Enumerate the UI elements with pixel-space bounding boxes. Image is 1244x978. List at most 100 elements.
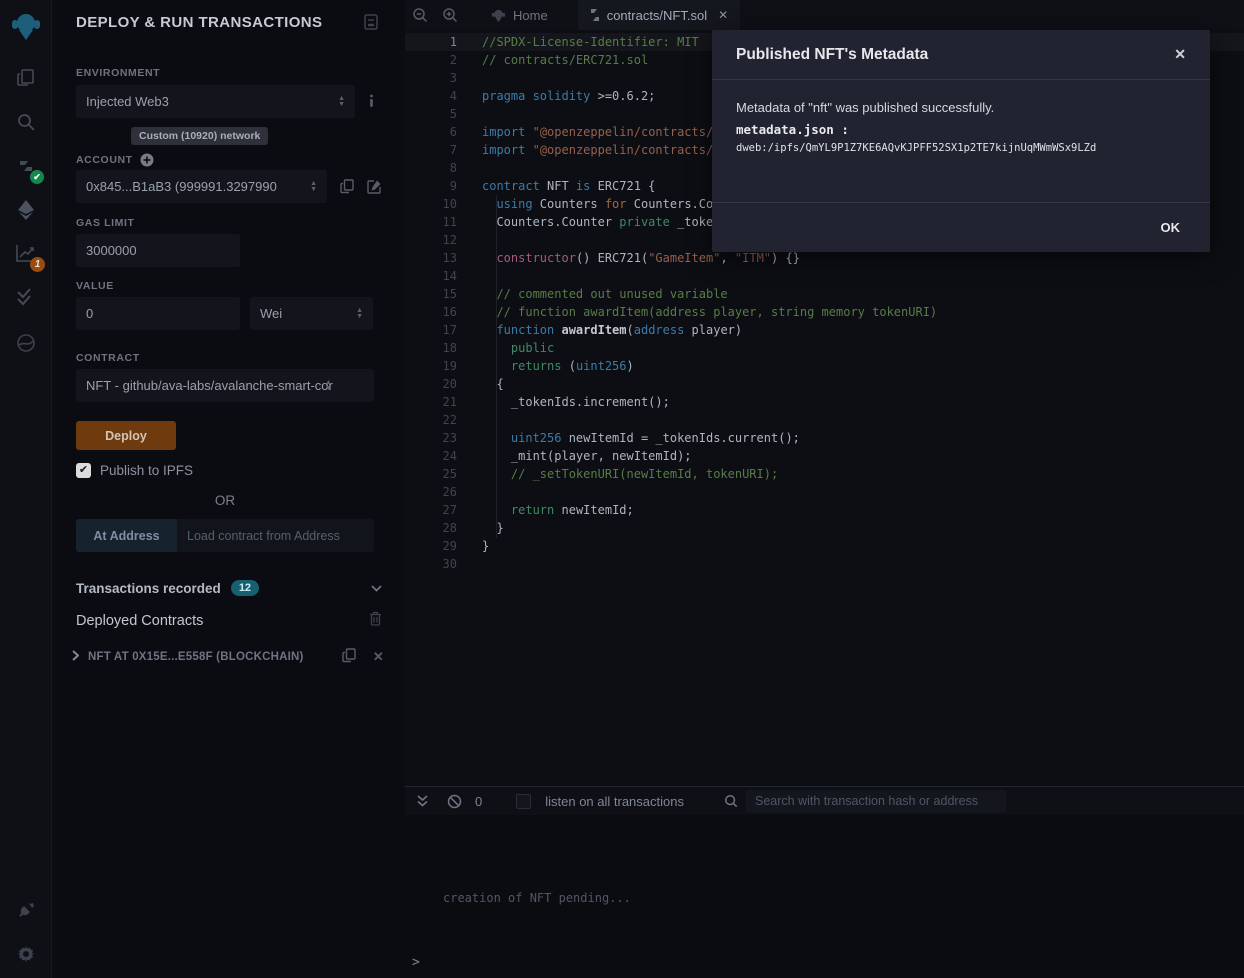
listen-transactions-label: listen on all transactions [545, 794, 684, 809]
line-number: 11 [405, 213, 457, 231]
copy-account-icon[interactable] [340, 179, 354, 194]
deployed-contract-row[interactable]: NFT AT 0X15E...E558F (BLOCKCHAIN) ✕ [72, 648, 384, 666]
modal-footer: OK [712, 202, 1210, 252]
code-text: returns (uint256) [482, 357, 634, 375]
tab-home[interactable]: Home [479, 0, 560, 30]
copy-address-icon[interactable] [342, 648, 356, 666]
code-text: public [482, 339, 554, 357]
terminal-output[interactable]: creation of NFT pending... > [405, 815, 1244, 978]
code-line[interactable]: 20 { [405, 375, 1244, 393]
terminal-prompt: > [412, 955, 420, 970]
modal-body: Metadata of "nft" was published successf… [712, 80, 1210, 202]
publish-ipfs-checkbox[interactable]: ✔ [76, 463, 91, 478]
code-line[interactable]: 22 [405, 411, 1244, 429]
code-line[interactable]: 24 _mint(player, newItemId); [405, 447, 1244, 465]
code-line[interactable]: 21 _tokenIds.increment(); [405, 393, 1244, 411]
line-number: 28 [405, 519, 457, 537]
environment-select[interactable]: Injected Web3 ▲▼ [76, 85, 355, 118]
account-select[interactable]: 0x845...B1aB3 (999991.3297990 ▲▼ [76, 170, 327, 203]
zoom-out-icon[interactable] [405, 0, 435, 30]
deploy-button[interactable]: Deploy [76, 421, 176, 450]
transactions-recorded-label: Transactions recorded [76, 581, 221, 596]
terminal-log-line: creation of NFT pending... [443, 891, 631, 905]
code-line[interactable]: 27 return newItemId; [405, 501, 1244, 519]
code-text: //SPDX-License-Identifier: MIT [482, 33, 699, 51]
code-line[interactable]: 25 // _setTokenURI(newItemId, tokenURI); [405, 465, 1244, 483]
add-account-icon[interactable] [140, 153, 154, 167]
code-line[interactable]: 18 public [405, 339, 1244, 357]
terminal: 0 listen on all transactions creation of… [405, 786, 1244, 978]
close-tab-icon[interactable]: ✕ [718, 8, 728, 22]
edit-account-icon[interactable] [367, 179, 382, 194]
code-line[interactable]: 17 function awardItem(address player) [405, 321, 1244, 339]
terminal-search-input[interactable] [746, 790, 1006, 813]
value-unit: Wei [260, 306, 282, 321]
code-line[interactable]: 26 [405, 483, 1244, 501]
line-number: 24 [405, 447, 457, 465]
solidity-file-icon [590, 8, 600, 22]
line-number: 14 [405, 267, 457, 285]
collapse-terminal-icon[interactable] [411, 795, 433, 807]
home-tab-label: Home [513, 8, 548, 23]
line-number: 10 [405, 195, 457, 213]
chevron-right-icon[interactable] [72, 650, 79, 664]
code-line[interactable]: 16 // function awardItem(address player,… [405, 303, 1244, 321]
pending-tx-count: 0 [475, 794, 482, 809]
select-arrows-icon: ▲▼ [325, 380, 332, 392]
code-text: contract NFT is ERC721 { [482, 177, 655, 195]
documentation-icon[interactable] [364, 14, 378, 35]
file-explorer-icon[interactable] [0, 58, 52, 98]
line-number: 20 [405, 375, 457, 393]
at-address-button[interactable]: At Address [76, 519, 177, 552]
clear-console-icon[interactable] [443, 794, 465, 809]
solidity-compiler-icon[interactable]: ✔ [0, 146, 52, 186]
code-line[interactable]: 28 } [405, 519, 1244, 537]
modal-ipfs-url: dweb:/ipfs/QmYL9P1Z7KE6AQvKJPFF52SX1p2TE… [736, 142, 1186, 154]
code-text: // commented out unused variable [482, 285, 728, 303]
tab-nft-sol[interactable]: contracts/NFT.sol ✕ [578, 0, 740, 30]
modal-ok-button[interactable]: OK [1161, 220, 1181, 235]
remove-contract-icon[interactable]: ✕ [373, 649, 384, 665]
gas-limit-input[interactable] [76, 234, 240, 267]
deploy-run-icon[interactable] [0, 190, 52, 230]
line-number: 27 [405, 501, 457, 519]
search-icon[interactable] [0, 102, 52, 142]
modal-close-icon[interactable]: ✕ [1174, 46, 1186, 63]
unit-testing-icon[interactable] [0, 277, 52, 317]
environment-info-icon[interactable] [365, 94, 378, 107]
listen-transactions-checkbox[interactable] [516, 794, 531, 809]
zoom-in-icon[interactable] [435, 0, 465, 30]
value-input[interactable] [76, 297, 240, 330]
analytics-icon[interactable]: 1 [0, 233, 52, 273]
line-number: 23 [405, 429, 457, 447]
code-line[interactable]: 23 uint256 newItemId = _tokenIds.current… [405, 429, 1244, 447]
line-number: 13 [405, 249, 457, 267]
select-arrows-icon: ▲▼ [310, 181, 317, 193]
trash-icon[interactable] [369, 611, 382, 631]
select-arrows-icon: ▲▼ [356, 308, 363, 320]
plugin-circle-icon[interactable] [0, 323, 52, 363]
code-line[interactable]: 29} [405, 537, 1244, 555]
or-divider: OR [76, 493, 374, 508]
gas-limit-label: GAS LIMIT [76, 217, 134, 229]
at-address-input[interactable] [177, 519, 374, 552]
code-line[interactable]: 30 [405, 555, 1244, 573]
line-number: 5 [405, 105, 457, 123]
code-line[interactable]: 14 [405, 267, 1244, 285]
terminal-search-icon [724, 794, 738, 808]
select-arrows-icon: ▲▼ [338, 96, 345, 108]
code-text: using Counters for Counters.Co [482, 195, 713, 213]
code-line[interactable]: 15 // commented out unused variable [405, 285, 1244, 303]
value-unit-select[interactable]: Wei ▲▼ [250, 297, 373, 330]
line-number: 21 [405, 393, 457, 411]
settings-gear-icon[interactable] [0, 934, 52, 974]
plugin-manager-icon[interactable] [0, 890, 52, 930]
chevron-down-icon[interactable] [371, 579, 382, 597]
remix-logo-icon[interactable] [0, 6, 52, 46]
line-number: 18 [405, 339, 457, 357]
environment-label: ENVIRONMENT [76, 67, 160, 79]
contract-select[interactable]: NFT - github/ava-labs/avalanche-smart-co… [76, 369, 374, 402]
modal-message: Metadata of "nft" was published successf… [736, 100, 1186, 115]
line-number: 1 [405, 33, 457, 51]
code-line[interactable]: 19 returns (uint256) [405, 357, 1244, 375]
